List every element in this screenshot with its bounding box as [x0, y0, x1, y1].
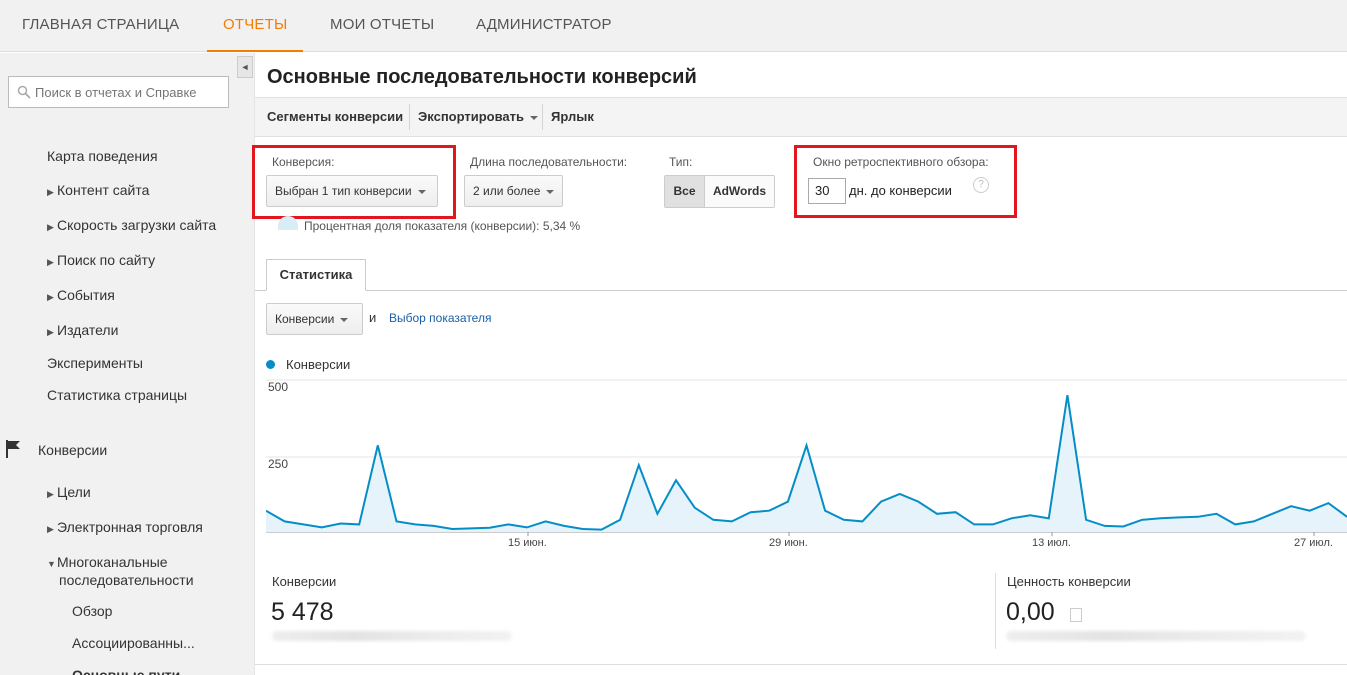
sidebar-item-label: Основные пути	[72, 667, 181, 675]
tabs-divider	[255, 290, 1347, 291]
sidebar-collapse-button[interactable]: ◄	[237, 56, 253, 78]
expand-arrow-icon: ▶	[47, 187, 54, 197]
sidebar-item-label: Контент сайта	[57, 182, 150, 198]
x-tick-label: 13 июл.	[1032, 537, 1071, 549]
nav-tab-admin[interactable]: АДМИНИСТРАТОР	[460, 0, 628, 52]
metric-share-text: Процентная доля показателя (конверсии): …	[304, 219, 581, 233]
choose-metric-link[interactable]: Выбор показателя	[389, 311, 491, 325]
nav-tab-home[interactable]: ГЛАВНАЯ СТРАНИЦА	[6, 0, 195, 52]
toolbar-divider	[542, 104, 543, 130]
sidebar-item-label-line2: последовательности	[59, 572, 194, 588]
sidebar-item-label: События	[57, 287, 115, 303]
nav-tab-reports[interactable]: ОТЧЕТЫ	[207, 0, 304, 52]
type-toggle: Все AdWords	[664, 175, 775, 208]
export-button[interactable]: Экспортировать	[418, 98, 539, 136]
sidebar-item-site-content[interactable]: ▶ Контент сайта	[47, 182, 149, 198]
sidebar-item-conversions[interactable]: Конверсии	[38, 442, 107, 458]
type-all-button[interactable]: Все	[665, 176, 705, 207]
blurred-subtext	[272, 631, 512, 641]
sidebar-item-behavior-flow[interactable]: Карта поведения	[47, 148, 158, 164]
sidebar-item-label: Скорость загрузки сайта	[57, 217, 217, 233]
sidebar-item-experiments[interactable]: Эксперименты	[47, 355, 143, 371]
top-navigation: ГЛАВНАЯ СТРАНИЦА ОТЧЕТЫ МОИ ОТЧЕТЫ АДМИН…	[0, 0, 1347, 52]
and-text: и	[369, 310, 377, 325]
nav-tab-my-reports[interactable]: МОИ ОТЧЕТЫ	[314, 0, 450, 52]
sidebar-item-publishers[interactable]: ▶ Издатели	[47, 322, 118, 338]
sidebar-item-events[interactable]: ▶ События	[47, 287, 115, 303]
report-toolbar: Сегменты конверсии Экспортировать Ярлык	[255, 97, 1347, 137]
conversion-segments-button[interactable]: Сегменты конверсии	[267, 98, 403, 136]
summary-divider	[995, 573, 996, 649]
sidebar-item-site-search[interactable]: ▶ Поиск по сайту	[47, 252, 155, 268]
sidebar-scroll-clip	[0, 129, 255, 135]
y-tick-label: 250	[268, 457, 289, 471]
sidebar-item-label: Цели	[57, 484, 91, 500]
expand-arrow-icon: ▶	[47, 524, 54, 534]
sidebar-item-goals[interactable]: ▶ Цели	[47, 484, 91, 500]
sidebar-item-label: Многоканальные	[57, 554, 168, 570]
sidebar-item-multichannel[interactable]: ▼Многоканальные последовательности	[47, 554, 194, 588]
chevron-down-icon	[530, 115, 539, 120]
metric-dropdown-value: Конверсии	[275, 312, 335, 326]
sidebar-item-overview[interactable]: Обзор	[72, 603, 112, 619]
expand-arrow-icon: ▶	[47, 257, 54, 267]
type-label: Тип:	[669, 155, 693, 169]
legend-dot	[266, 360, 275, 369]
sidebar-item-in-page-analytics[interactable]: Статистика страницы	[47, 387, 187, 403]
currency-placeholder-icon	[1070, 608, 1082, 622]
search-input[interactable]	[35, 77, 225, 107]
page-title: Основные последовательности конверсий	[267, 66, 697, 88]
export-label: Экспортировать	[418, 109, 525, 124]
highlight-box-conversion	[252, 145, 456, 219]
highlight-box-lookback	[794, 145, 1017, 218]
chevron-down-icon	[340, 317, 349, 322]
path-length-label: Длина последовательности:	[470, 155, 628, 169]
sidebar-item-label: Издатели	[57, 322, 119, 338]
tab-statistics[interactable]: Статистика	[266, 259, 366, 291]
sidebar-search	[8, 76, 229, 108]
sidebar-item-assisted[interactable]: Ассоциированны...	[72, 635, 195, 651]
search-icon	[17, 85, 31, 99]
flag-icon	[6, 440, 20, 458]
x-tick-label: 29 июн.	[769, 537, 808, 549]
summary-value-label: Ценность конверсии	[1007, 574, 1131, 589]
main-content: Основные последовательности конверсий Се…	[252, 53, 1347, 675]
toolbar-divider	[409, 104, 410, 130]
summary-bottom-border	[255, 664, 1347, 665]
metric-dropdown[interactable]: Конверсии	[266, 303, 363, 335]
expand-arrow-icon: ▶	[47, 292, 54, 302]
path-length-dropdown[interactable]: 2 или более	[464, 175, 563, 207]
expand-arrow-icon: ▶	[47, 222, 54, 232]
series-area	[266, 395, 1347, 532]
chevron-down-icon	[546, 189, 555, 194]
expand-arrow-icon: ▶	[47, 489, 54, 499]
expand-arrow-icon: ▶	[47, 327, 54, 337]
blurred-subtext	[1006, 631, 1306, 641]
shortcut-button[interactable]: Ярлык	[551, 98, 594, 136]
sidebar-item-site-speed[interactable]: ▶ Скорость загрузки сайта	[47, 217, 216, 233]
x-tick-label: 27 июл.	[1294, 537, 1333, 549]
summary-conversions-value: 5 478	[271, 598, 334, 626]
metric-share-icon	[278, 216, 298, 230]
summary-value-value: 0,00	[1006, 598, 1055, 626]
path-length-value: 2 или более	[473, 184, 541, 198]
collapse-arrow-icon: ▼	[47, 559, 56, 569]
sidebar-item-ecommerce[interactable]: ▶ Электронная торговля	[47, 519, 203, 535]
summary-conversions-label: Конверсии	[272, 574, 337, 589]
chart-legend-label: Конверсии	[286, 357, 351, 372]
sidebar-item-label: Поиск по сайту	[57, 252, 156, 268]
conversions-chart	[266, 379, 1347, 536]
sidebar-item-label: Электронная торговля	[57, 519, 203, 535]
sidebar-item-top-paths[interactable]: Основные пути	[72, 667, 252, 675]
x-tick-label: 15 июн.	[508, 537, 547, 549]
sidebar: ◄ Карта поведения ▶Контент сайта ▶Скорос…	[0, 53, 255, 675]
y-tick-label: 500	[268, 380, 289, 394]
type-adwords-button[interactable]: AdWords	[705, 176, 774, 207]
